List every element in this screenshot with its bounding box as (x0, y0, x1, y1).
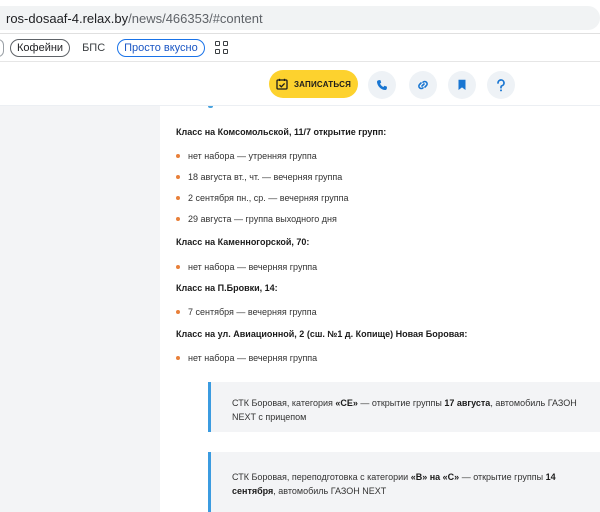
list-item: нет набора — утренняя группа (176, 151, 317, 161)
article-content: Класс на Комсомольской, 11/7 открытие гр… (160, 106, 600, 512)
list-item: нет набора — вечерняя группа (176, 353, 317, 363)
signup-label: ЗАПИСАТЬСЯ (293, 79, 352, 89)
bookmarks-bar: Кофейни БПС Просто вкусно (0, 34, 600, 62)
info-quote-ce: СТК Боровая, категория «СЕ» — открытие г… (208, 382, 600, 432)
list-item: 7 сентября — вечерняя группа (176, 307, 317, 317)
list-item: 2 сентября пн., ср. — вечерняя группа (176, 193, 349, 203)
help-icon (497, 78, 505, 91)
group-heading-kamennogorskaya: Класс на Каменногорской, 70: (176, 237, 310, 247)
browser-address-bar: ros-dosaaf-4.relax.by/news/466353/#conte… (0, 0, 600, 34)
bookmark-kofeyni[interactable]: Кофейни (10, 38, 71, 57)
link-icon (418, 80, 428, 90)
group-heading-komsomolskaya: Класс на Комсомольской, 11/7 открытие гр… (176, 127, 387, 137)
group-heading-brovki: Класс на П.Бровки, 14: (176, 283, 278, 293)
bookmark-bps[interactable]: БПС (76, 39, 111, 57)
signup-button[interactable]: ЗАПИСАТЬСЯ (269, 70, 358, 98)
apps-grid-icon[interactable] (214, 40, 229, 55)
bookmark-prosto-vkusno[interactable]: Просто вкусно (117, 38, 205, 57)
bullet (176, 217, 180, 221)
site-header: ЗАПИСАТЬСЯ (0, 62, 600, 106)
scroll-cutoff-mark (208, 106, 213, 108)
group-heading-aviatsionnaya: Класс на ул. Авиационной, 2 (сш. №1 д. К… (176, 329, 468, 339)
bookmark-icon (458, 79, 466, 90)
left-sidebar (0, 106, 160, 512)
url-host: ros-dosaaf-4.relax.by (6, 10, 129, 26)
bookmark-chip-partial[interactable] (0, 38, 4, 57)
list-item: нет набора — вечерняя группа (176, 262, 317, 272)
url-field[interactable]: ros-dosaaf-4.relax.by/news/466353/#conte… (0, 6, 600, 30)
list-item: 18 августа вт., чт. — вечерняя группа (176, 172, 342, 182)
bookmark-button[interactable] (448, 71, 476, 99)
share-link-button[interactable] (409, 71, 437, 99)
list-item: 29 августа — группа выходного дня (176, 214, 337, 224)
bullet (176, 175, 180, 179)
help-button[interactable] (487, 71, 515, 99)
info-quote-retraining: СТК Боровая, переподготовка с категории … (208, 452, 600, 512)
bullet (176, 310, 180, 314)
bullet (176, 356, 180, 360)
bullet (176, 154, 180, 158)
url-path: /news/466353/#content (128, 10, 263, 26)
phone-button[interactable] (368, 71, 396, 99)
phone-icon (377, 80, 387, 90)
bullet (176, 196, 180, 200)
calendar-check-icon (276, 78, 288, 90)
bullet (176, 265, 180, 269)
